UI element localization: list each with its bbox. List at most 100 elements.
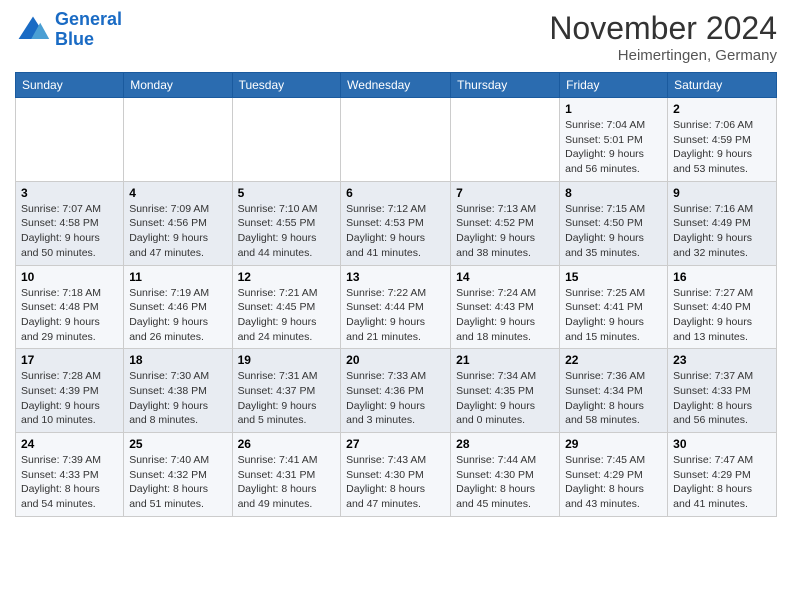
day-info: Sunrise: 7:10 AM Sunset: 4:55 PM Dayligh… (238, 202, 336, 261)
weekday-header: Tuesday (232, 73, 341, 98)
month-title: November 2024 (549, 10, 777, 47)
calendar-table: SundayMondayTuesdayWednesdayThursdayFrid… (15, 72, 777, 517)
day-info: Sunrise: 7:18 AM Sunset: 4:48 PM Dayligh… (21, 286, 118, 345)
day-info: Sunrise: 7:47 AM Sunset: 4:29 PM Dayligh… (673, 453, 771, 512)
weekday-header: Thursday (451, 73, 560, 98)
day-number: 25 (129, 437, 226, 451)
calendar-cell: 6Sunrise: 7:12 AM Sunset: 4:53 PM Daylig… (341, 181, 451, 265)
day-number: 15 (565, 270, 662, 284)
calendar-cell: 25 Sunrise: 7:40 AM Sunset: 4:32 PM Dayli… (124, 433, 232, 517)
calendar-cell: 13 Sunrise: 7:22 AM Sunset: 4:44 PM Dayli… (341, 265, 451, 349)
day-number: 11 (129, 270, 226, 284)
calendar-cell: 29Sunrise: 7:45 AM Sunset: 4:29 PM Dayli… (560, 433, 668, 517)
day-number: 4 (129, 186, 226, 200)
day-info: Sunrise: 7:22 AM Sunset: 4:44 PM Dayligh… (346, 286, 445, 345)
day-info: Sunrise: 7:13 AM Sunset: 4:52 PM Dayligh… (456, 202, 554, 261)
day-number: 29 (565, 437, 662, 451)
calendar-cell: 20Sunrise: 7:33 AM Sunset: 4:36 PM Dayli… (341, 349, 451, 433)
day-info: Sunrise: 7:43 AM Sunset: 4:30 PM Dayligh… (346, 453, 445, 512)
calendar-cell (341, 98, 451, 182)
weekday-header: Monday (124, 73, 232, 98)
calendar-cell: 11 Sunrise: 7:19 AM Sunset: 4:46 PM Dayli… (124, 265, 232, 349)
day-number: 18 (129, 353, 226, 367)
location: Heimertingen, Germany (549, 47, 777, 64)
calendar-cell (124, 98, 232, 182)
calendar-cell: 10Sunrise: 7:18 AM Sunset: 4:48 PM Dayli… (16, 265, 124, 349)
day-number: 1 (565, 102, 662, 116)
day-number: 22 (565, 353, 662, 367)
calendar-cell: 28Sunrise: 7:44 AM Sunset: 4:30 PM Dayli… (451, 433, 560, 517)
calendar-cell: 26Sunrise: 7:41 AM Sunset: 4:31 PM Dayli… (232, 433, 341, 517)
calendar-cell: 18 Sunrise: 7:30 AM Sunset: 4:38 PM Dayli… (124, 349, 232, 433)
day-info: Sunrise: 7:40 AM Sunset: 4:32 PM Dayligh… (129, 453, 226, 512)
logo-text: General Blue (55, 10, 122, 50)
day-number: 5 (238, 186, 336, 200)
day-info: Sunrise: 7:09 AM Sunset: 4:56 PM Dayligh… (129, 202, 226, 261)
day-number: 12 (238, 270, 336, 284)
calendar-cell: 7Sunrise: 7:13 AM Sunset: 4:52 PM Daylig… (451, 181, 560, 265)
page-header: General Blue November 2024 Heimertingen,… (15, 10, 777, 64)
calendar-cell: 16 Sunrise: 7:27 AM Sunset: 4:40 PM Dayli… (668, 265, 777, 349)
calendar-header-row: SundayMondayTuesdayWednesdayThursdayFrid… (16, 73, 777, 98)
day-info: Sunrise: 7:21 AM Sunset: 4:45 PM Dayligh… (238, 286, 336, 345)
calendar-cell: 8Sunrise: 7:15 AM Sunset: 4:50 PM Daylig… (560, 181, 668, 265)
calendar-cell: 5 Sunrise: 7:10 AM Sunset: 4:55 PM Daylig… (232, 181, 341, 265)
calendar-cell: 17 Sunrise: 7:28 AM Sunset: 4:39 PM Dayli… (16, 349, 124, 433)
day-info: Sunrise: 7:36 AM Sunset: 4:34 PM Dayligh… (565, 369, 662, 428)
calendar-cell: 22 Sunrise: 7:36 AM Sunset: 4:34 PM Dayli… (560, 349, 668, 433)
day-number: 30 (673, 437, 771, 451)
weekday-header: Wednesday (341, 73, 451, 98)
day-info: Sunrise: 7:04 AM Sunset: 5:01 PM Dayligh… (565, 118, 662, 177)
day-info: Sunrise: 7:07 AM Sunset: 4:58 PM Dayligh… (21, 202, 118, 261)
calendar-cell (451, 98, 560, 182)
weekday-header: Friday (560, 73, 668, 98)
day-number: 17 (21, 353, 118, 367)
calendar-cell: 14 Sunrise: 7:24 AM Sunset: 4:43 PM Dayli… (451, 265, 560, 349)
day-number: 14 (456, 270, 554, 284)
day-info: Sunrise: 7:39 AM Sunset: 4:33 PM Dayligh… (21, 453, 118, 512)
day-info: Sunrise: 7:27 AM Sunset: 4:40 PM Dayligh… (673, 286, 771, 345)
calendar-cell: 27 Sunrise: 7:43 AM Sunset: 4:30 PM Dayli… (341, 433, 451, 517)
day-info: Sunrise: 7:06 AM Sunset: 4:59 PM Dayligh… (673, 118, 771, 177)
day-info: Sunrise: 7:15 AM Sunset: 4:50 PM Dayligh… (565, 202, 662, 261)
calendar-week-row: 1 Sunrise: 7:04 AM Sunset: 5:01 PM Daylig… (16, 98, 777, 182)
day-info: Sunrise: 7:41 AM Sunset: 4:31 PM Dayligh… (238, 453, 336, 512)
day-number: 9 (673, 186, 771, 200)
calendar-cell: 9 Sunrise: 7:16 AM Sunset: 4:49 PM Daylig… (668, 181, 777, 265)
weekday-header: Sunday (16, 73, 124, 98)
calendar-cell: 21 Sunrise: 7:34 AM Sunset: 4:35 PM Dayli… (451, 349, 560, 433)
logo: General Blue (15, 10, 122, 50)
calendar-cell: 1 Sunrise: 7:04 AM Sunset: 5:01 PM Daylig… (560, 98, 668, 182)
day-number: 23 (673, 353, 771, 367)
day-number: 20 (346, 353, 445, 367)
day-number: 6 (346, 186, 445, 200)
calendar-week-row: 24 Sunrise: 7:39 AM Sunset: 4:33 PM Dayli… (16, 433, 777, 517)
day-info: Sunrise: 7:24 AM Sunset: 4:43 PM Dayligh… (456, 286, 554, 345)
calendar-cell (232, 98, 341, 182)
page-container: General Blue November 2024 Heimertingen,… (0, 0, 792, 527)
day-info: Sunrise: 7:34 AM Sunset: 4:35 PM Dayligh… (456, 369, 554, 428)
calendar-cell: 3 Sunrise: 7:07 AM Sunset: 4:58 PM Daylig… (16, 181, 124, 265)
day-number: 27 (346, 437, 445, 451)
day-number: 24 (21, 437, 118, 451)
calendar-cell (16, 98, 124, 182)
day-number: 21 (456, 353, 554, 367)
day-info: Sunrise: 7:19 AM Sunset: 4:46 PM Dayligh… (129, 286, 226, 345)
day-number: 19 (238, 353, 336, 367)
day-number: 16 (673, 270, 771, 284)
day-info: Sunrise: 7:37 AM Sunset: 4:33 PM Dayligh… (673, 369, 771, 428)
day-info: Sunrise: 7:31 AM Sunset: 4:37 PM Dayligh… (238, 369, 336, 428)
calendar-cell: 15Sunrise: 7:25 AM Sunset: 4:41 PM Dayli… (560, 265, 668, 349)
day-number: 13 (346, 270, 445, 284)
day-info: Sunrise: 7:30 AM Sunset: 4:38 PM Dayligh… (129, 369, 226, 428)
calendar-cell: 2 Sunrise: 7:06 AM Sunset: 4:59 PM Daylig… (668, 98, 777, 182)
calendar-cell: 30 Sunrise: 7:47 AM Sunset: 4:29 PM Dayli… (668, 433, 777, 517)
weekday-header: Saturday (668, 73, 777, 98)
logo-icon (15, 12, 51, 48)
day-number: 28 (456, 437, 554, 451)
day-number: 2 (673, 102, 771, 116)
day-info: Sunrise: 7:16 AM Sunset: 4:49 PM Dayligh… (673, 202, 771, 261)
day-number: 3 (21, 186, 118, 200)
calendar-cell: 12 Sunrise: 7:21 AM Sunset: 4:45 PM Dayli… (232, 265, 341, 349)
day-info: Sunrise: 7:28 AM Sunset: 4:39 PM Dayligh… (21, 369, 118, 428)
